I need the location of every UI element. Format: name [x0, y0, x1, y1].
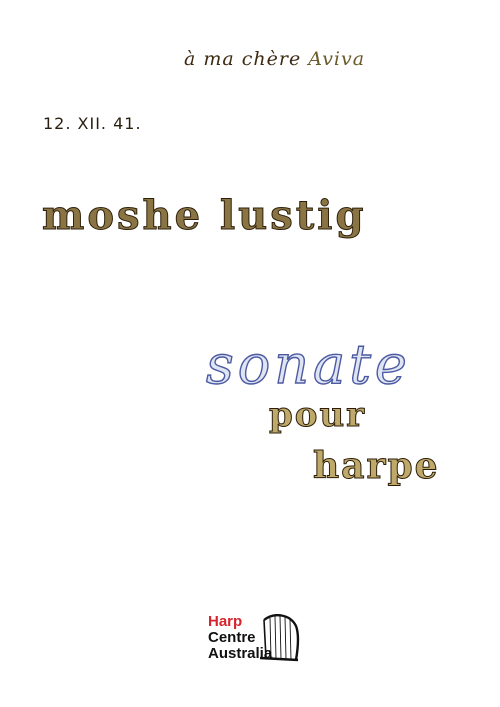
dedication-prefix: à ma chère [184, 48, 309, 70]
publisher-logo: Harp Centre Australia [208, 614, 304, 680]
dedication-name: Aviva [308, 48, 366, 70]
subtitle-line2: harpe [313, 445, 440, 487]
date: 12. XII. 41. [43, 114, 142, 133]
harp-icon [259, 614, 300, 662]
work-title: sonate [205, 333, 411, 396]
score-cover-page: à ma chère Aviva 12. XII. 41. moshe lust… [0, 0, 500, 707]
dedication: à ma chère Aviva [184, 50, 365, 69]
composer-name: moshe lustig [41, 192, 367, 239]
subtitle-line1: pour [268, 395, 367, 435]
